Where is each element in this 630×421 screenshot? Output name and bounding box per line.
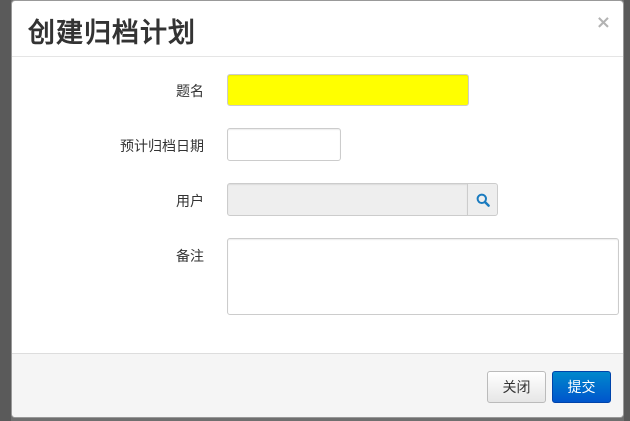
dialog-footer: 关闭 提交 [12, 353, 623, 417]
date-label: 预计归档日期 [120, 139, 204, 155]
title-label: 题名 [176, 84, 204, 100]
dialog-body: 题名 预计归档日期 用户 备注 [12, 57, 623, 353]
search-icon [476, 193, 490, 207]
dialog-header: 创建归档计划 × [12, 1, 623, 57]
close-button[interactable]: 关闭 [487, 371, 546, 403]
create-archive-plan-dialog: 创建归档计划 × 题名 预计归档日期 用户 备注 关闭 提交 [11, 0, 624, 418]
close-icon[interactable]: × [596, 13, 611, 33]
user-input[interactable] [227, 183, 468, 216]
notes-textarea[interactable] [227, 238, 619, 315]
background-page-left [0, 0, 11, 421]
notes-label: 备注 [176, 249, 204, 265]
title-input[interactable] [227, 74, 469, 106]
background-page-right [624, 0, 630, 421]
user-label: 用户 [176, 194, 204, 210]
date-input[interactable] [227, 128, 341, 161]
submit-button[interactable]: 提交 [552, 371, 611, 403]
user-search-button[interactable] [467, 183, 498, 216]
dialog-title: 创建归档计划 [28, 18, 196, 49]
